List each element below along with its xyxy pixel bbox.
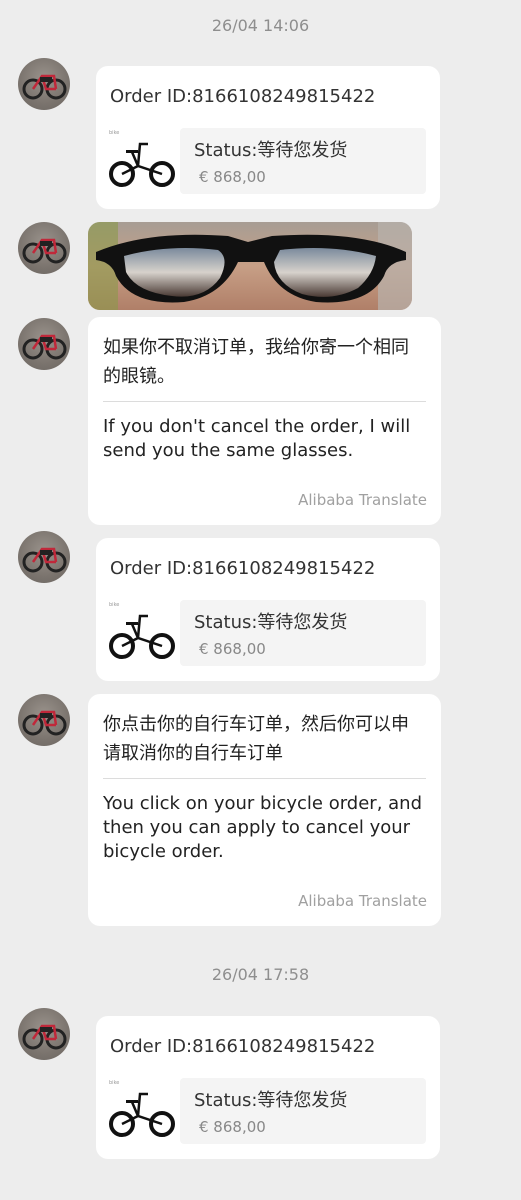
- message-original-text: 如果你不取消订单，我给你寄一个相同的眼镜。: [103, 337, 409, 387]
- translation-divider: [103, 401, 426, 402]
- order-status: Status:等待您发货: [194, 140, 348, 161]
- translator-label: Alibaba Translate: [298, 892, 427, 910]
- timestamp: 26/04 14:06: [211, 16, 310, 35]
- contact-avatar[interactable]: [18, 318, 70, 370]
- order-card[interactable]: Order ID:8166108249815422 bike Status:等待…: [96, 66, 440, 209]
- bicycle-avatar-icon: [22, 1024, 67, 1050]
- product-info: Status:等待您发货 € 868,00: [180, 600, 426, 666]
- folding-bike-thumbnail-icon: bike: [109, 130, 175, 187]
- message-translation-text: If you don't cancel the order, I will se…: [103, 416, 411, 461]
- translator-label: Alibaba Translate: [298, 491, 427, 509]
- order-status: Status:等待您发货: [194, 1090, 348, 1111]
- contact-avatar[interactable]: [18, 1008, 70, 1060]
- order-id: Order ID:8166108249815422: [110, 1036, 376, 1057]
- message-bubble[interactable]: 你点击你的自行车订单，然后你可以申请取消你的自行车订单 You click on…: [88, 694, 441, 926]
- message-original-text: 你点击你的自行车订单，然后你可以申请取消你的自行车订单: [103, 714, 409, 764]
- translation-divider: [103, 778, 426, 779]
- folding-bike-thumbnail-icon: bike: [109, 602, 175, 659]
- timestamp: 26/04 17:58: [211, 965, 310, 984]
- order-id: Order ID:8166108249815422: [110, 558, 376, 579]
- product-info: Status:等待您发货 € 868,00: [180, 128, 426, 194]
- product-info: Status:等待您发货 € 868,00: [180, 1078, 426, 1144]
- bicycle-avatar-icon: [22, 238, 67, 264]
- contact-avatar[interactable]: [18, 531, 70, 583]
- svg-text:bike: bike: [109, 602, 119, 608]
- bicycle-avatar-icon: [22, 710, 67, 736]
- order-card[interactable]: Order ID:8166108249815422 bike Status:等待…: [96, 1016, 440, 1159]
- svg-text:bike: bike: [109, 1080, 119, 1086]
- order-card[interactable]: Order ID:8166108249815422 bike Status:等待…: [96, 538, 440, 681]
- contact-avatar[interactable]: [18, 694, 70, 746]
- sunglasses-image: [88, 222, 412, 310]
- contact-avatar[interactable]: [18, 58, 70, 110]
- message-bubble[interactable]: 如果你不取消订单，我给你寄一个相同的眼镜。 If you don't cance…: [88, 317, 441, 525]
- bicycle-avatar-icon: [22, 547, 67, 573]
- order-price: € 868,00: [199, 168, 266, 186]
- order-price: € 868,00: [199, 1118, 266, 1136]
- order-id: Order ID:8166108249815422: [110, 86, 376, 107]
- order-price: € 868,00: [199, 640, 266, 658]
- svg-text:bike: bike: [109, 130, 119, 136]
- sunglasses-photo[interactable]: [88, 222, 412, 310]
- bicycle-avatar-icon: [22, 334, 67, 360]
- order-status: Status:等待您发货: [194, 612, 348, 633]
- contact-avatar[interactable]: [18, 222, 70, 274]
- message-translation-text: You click on your bicycle order, and the…: [103, 793, 422, 862]
- folding-bike-thumbnail-icon: bike: [109, 1080, 175, 1137]
- bicycle-avatar-icon: [22, 74, 67, 100]
